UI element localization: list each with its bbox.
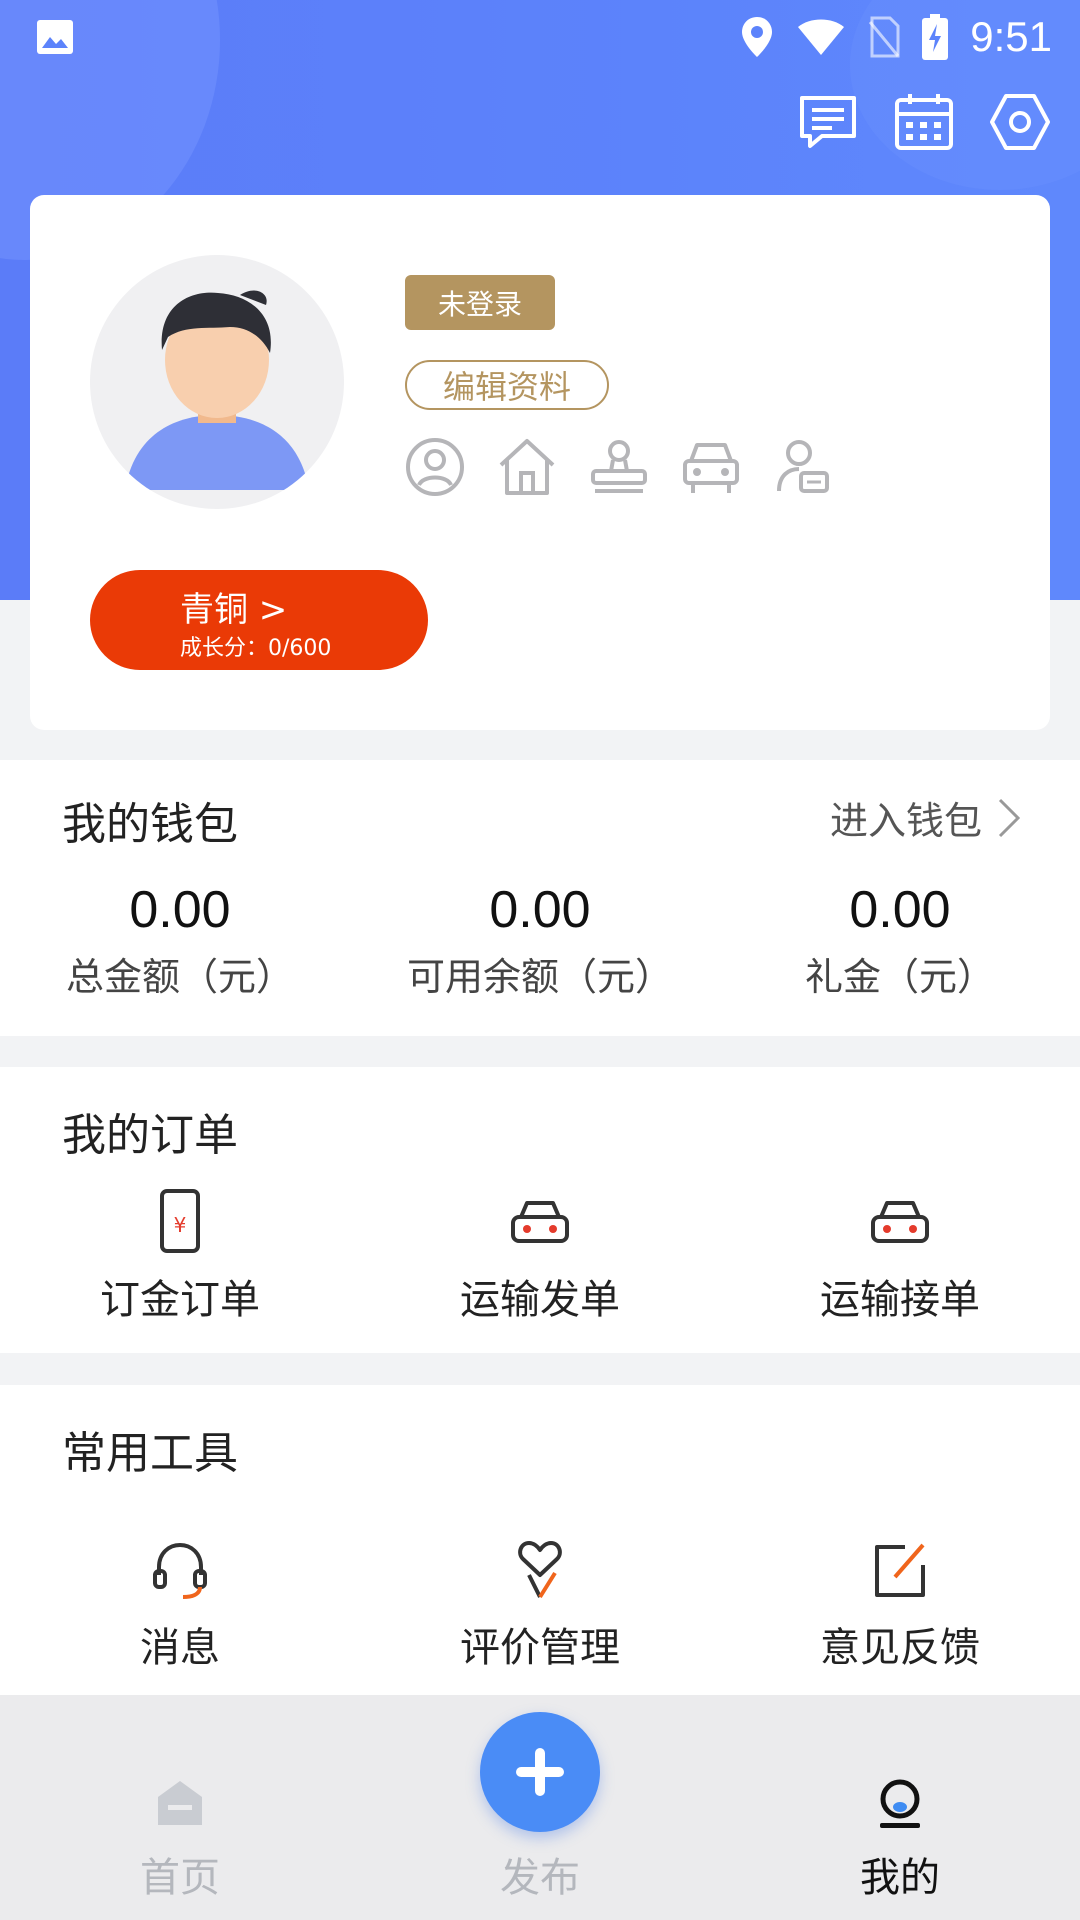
bottom-navigation: 首页 发布 我的 bbox=[0, 1695, 1080, 1920]
gallery-notification-icon bbox=[37, 20, 73, 54]
level-name: 青铜 > bbox=[180, 590, 288, 630]
deposit-phone-icon: ¥ bbox=[145, 1187, 215, 1257]
heart-hand-icon bbox=[505, 1535, 575, 1605]
orders-grid: ¥ 订金订单 运输发单 运输接单 bbox=[0, 1187, 1080, 1325]
home-verification-icon[interactable] bbox=[495, 435, 559, 499]
driver-license-icon[interactable] bbox=[771, 435, 835, 499]
tool-item-label: 消息 bbox=[139, 1625, 220, 1671]
nav-label: 首页 bbox=[140, 1855, 220, 1901]
login-status-badge[interactable]: 未登录 bbox=[405, 275, 555, 330]
stat-label: 可用余额（元） bbox=[406, 955, 673, 999]
stat-value: 0.00 bbox=[849, 881, 951, 939]
wallet-stat-total[interactable]: 0.00 总金额（元） bbox=[0, 880, 360, 1001]
chevron-right-icon bbox=[998, 798, 1021, 837]
tool-item-review[interactable]: 评价管理 bbox=[360, 1535, 720, 1673]
order-item-label: 订金订单 bbox=[99, 1277, 260, 1323]
default-avatar-image bbox=[125, 290, 309, 490]
vehicle-verification-icon[interactable] bbox=[679, 435, 743, 499]
identity-verification-icon[interactable] bbox=[403, 435, 467, 499]
tool-item-message[interactable]: 消息 bbox=[0, 1535, 360, 1673]
tools-title: 常用工具 bbox=[62, 1428, 238, 1479]
enter-wallet-link[interactable]: 进入钱包 bbox=[830, 790, 1022, 845]
edit-profile-button[interactable]: 编辑资料 bbox=[405, 360, 609, 410]
tool-item-label: 意见反馈 bbox=[819, 1625, 980, 1671]
order-item-label: 运输发单 bbox=[459, 1277, 620, 1323]
clock: 9:51 bbox=[970, 13, 1052, 60]
status-bar: 9:51 bbox=[0, 0, 1080, 75]
order-item-label: 运输接单 bbox=[819, 1277, 980, 1323]
growth-score: 成长分：0/600 bbox=[180, 636, 332, 661]
stat-value: 0.00 bbox=[489, 881, 591, 939]
settings-icon[interactable] bbox=[988, 90, 1052, 154]
svg-text:¥: ¥ bbox=[174, 1213, 187, 1237]
nav-label: 发布 bbox=[500, 1855, 580, 1901]
member-level-button[interactable]: 青铜 > 成长分：0/600 bbox=[90, 570, 428, 670]
headset-icon bbox=[145, 1535, 215, 1605]
profile-card: 未登录 编辑资料 青铜 > 成长分：0/600 bbox=[30, 195, 1050, 730]
edit-icon bbox=[865, 1535, 935, 1605]
battery-charging-icon bbox=[922, 14, 949, 60]
tools-section: 常用工具 消息 评价管理 意见反馈 bbox=[0, 1385, 1080, 1695]
seal-stamp-icon[interactable] bbox=[587, 435, 651, 499]
tools-grid: 消息 评价管理 意见反馈 bbox=[0, 1535, 1080, 1673]
wallet-section: 我的钱包 进入钱包 0.00 总金额（元） 0.00 可用余额（元） 0.00 … bbox=[0, 760, 1080, 1036]
wallet-stat-gift[interactable]: 0.00 礼金（元） bbox=[720, 880, 1080, 1001]
nav-home[interactable]: 首页 bbox=[80, 1775, 280, 1903]
certification-icons bbox=[403, 435, 835, 499]
order-item-deposit[interactable]: ¥ 订金订单 bbox=[0, 1187, 360, 1325]
car-icon bbox=[505, 1187, 575, 1257]
stat-label: 总金额（元） bbox=[65, 955, 294, 999]
avatar[interactable] bbox=[90, 255, 344, 509]
order-item-receive[interactable]: 运输接单 bbox=[720, 1187, 1080, 1325]
wallet-stat-available[interactable]: 0.00 可用余额（元） bbox=[360, 880, 720, 1001]
tool-item-label: 评价管理 bbox=[459, 1625, 620, 1671]
calendar-icon[interactable] bbox=[892, 90, 956, 154]
nav-label: 我的 bbox=[860, 1855, 940, 1901]
profile-icon bbox=[880, 1779, 920, 1828]
stat-value: 0.00 bbox=[129, 881, 231, 939]
tool-item-feedback[interactable]: 意见反馈 bbox=[720, 1535, 1080, 1673]
enter-wallet-label: 进入钱包 bbox=[829, 799, 982, 843]
wallet-stats: 0.00 总金额（元） 0.00 可用余额（元） 0.00 礼金（元） bbox=[0, 880, 1080, 1001]
stat-label: 礼金（元） bbox=[804, 955, 995, 999]
orders-section: 我的订单 ¥ 订金订单 运输发单 运输接单 bbox=[0, 1067, 1080, 1353]
wallet-title: 我的钱包 bbox=[62, 799, 238, 850]
car-icon bbox=[865, 1187, 935, 1257]
no-sim-icon bbox=[869, 16, 900, 58]
location-icon bbox=[742, 17, 773, 57]
order-item-send[interactable]: 运输发单 bbox=[360, 1187, 720, 1325]
wifi-icon bbox=[798, 19, 845, 55]
nav-me[interactable]: 我的 bbox=[800, 1775, 1000, 1903]
home-icon bbox=[158, 1781, 202, 1825]
message-icon[interactable] bbox=[796, 90, 860, 154]
nav-publish[interactable]: 发布 bbox=[440, 1775, 640, 1903]
header-actions bbox=[796, 90, 1052, 154]
orders-title: 我的订单 bbox=[62, 1110, 238, 1161]
